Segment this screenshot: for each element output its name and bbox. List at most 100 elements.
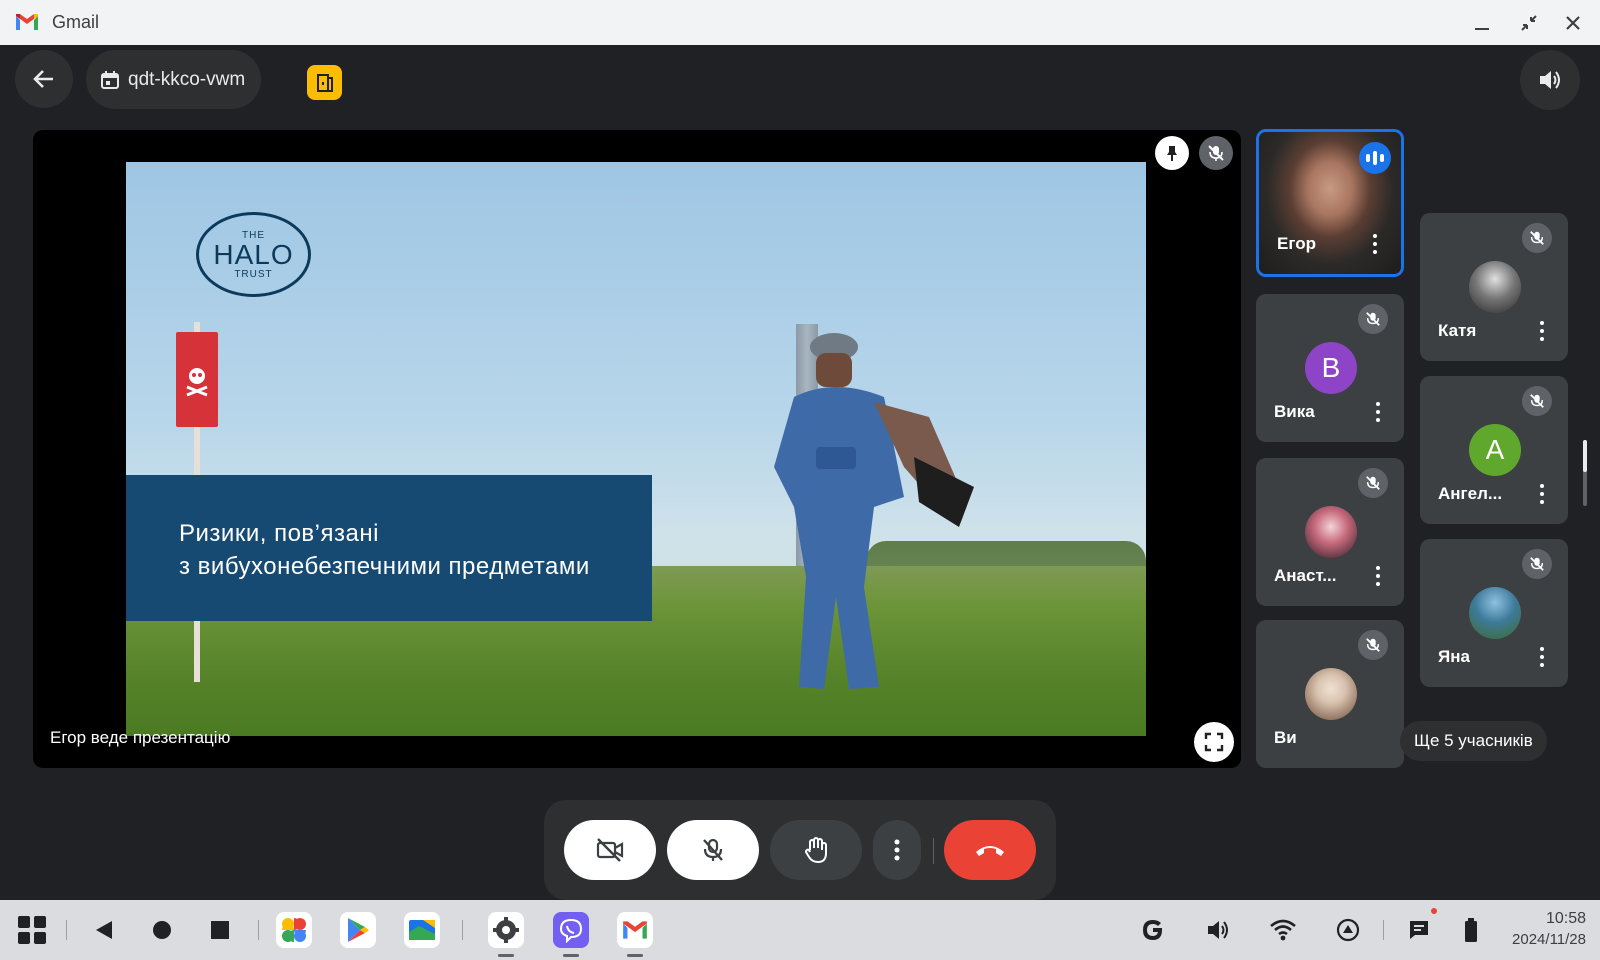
- participant-tile-yana[interactable]: Яна: [1420, 539, 1568, 687]
- taskbar-separator: [1383, 920, 1384, 940]
- running-indicator: [563, 954, 579, 957]
- photos-app[interactable]: [276, 912, 312, 948]
- meeting-header: qdt-kkco-vwm: [0, 45, 1600, 125]
- presentation-stage[interactable]: THE HALO TRUST Ризики, пов’язані з вибух…: [33, 130, 1241, 768]
- skull-icon: [186, 367, 208, 396]
- sync-status-button[interactable]: [1328, 910, 1368, 950]
- close-icon: [1566, 16, 1580, 30]
- speaking-indicator-icon: [1359, 142, 1391, 174]
- window-titlebar: Gmail: [0, 0, 1600, 45]
- nav-recents-button[interactable]: [200, 910, 240, 950]
- window-title: Gmail: [52, 12, 100, 32]
- participant-name: Ангел...: [1438, 484, 1503, 503]
- audio-output-button[interactable]: [1520, 50, 1580, 110]
- call-controls-bar: [544, 800, 1056, 900]
- wifi-icon: [1270, 919, 1296, 941]
- pin-icon: [1167, 146, 1177, 161]
- mic-off-icon: [1522, 223, 1552, 253]
- wifi-button[interactable]: [1263, 910, 1303, 950]
- meeting-code-chip[interactable]: qdt-kkco-vwm: [86, 50, 262, 109]
- viber-app[interactable]: [553, 912, 589, 948]
- fullscreen-icon: [1204, 732, 1224, 752]
- system-taskbar: 10:58 2024/11/28: [0, 900, 1600, 960]
- play-store-app[interactable]: [340, 912, 376, 948]
- app-grid-icon: [18, 916, 46, 944]
- more-options-icon[interactable]: [1368, 564, 1388, 588]
- avatar: [1469, 261, 1521, 313]
- mic-off-icon: [1358, 304, 1388, 334]
- battery-button[interactable]: [1451, 910, 1491, 950]
- more-options-button[interactable]: [873, 820, 921, 880]
- avatar: [1305, 506, 1357, 558]
- mic-off-icon: [1358, 468, 1388, 498]
- more-options-icon[interactable]: [1532, 319, 1552, 343]
- google-assistant-button[interactable]: [1133, 910, 1173, 950]
- exit-fullscreen-icon: [1521, 15, 1537, 31]
- participant-tile-self[interactable]: Ви: [1256, 620, 1404, 768]
- logo-trust: TRUST: [234, 268, 273, 280]
- participants-scrollbar[interactable]: [1583, 440, 1587, 506]
- system-clock[interactable]: 10:58 2024/11/28: [1512, 909, 1586, 951]
- more-participants-button[interactable]: Ще 5 учасників: [1400, 721, 1547, 761]
- pin-button[interactable]: [1155, 136, 1189, 170]
- taskbar-separator: [462, 920, 463, 940]
- presentation-slide: THE HALO TRUST Ризики, пов’язані з вибух…: [126, 162, 1146, 736]
- participant-tile-vika[interactable]: В Вика: [1256, 294, 1404, 442]
- presenter-label: Егор веде презентацію: [50, 728, 231, 747]
- mic-off-icon: [1522, 549, 1552, 579]
- restore-button[interactable]: [1516, 10, 1542, 36]
- settings-app[interactable]: [488, 912, 524, 948]
- participant-tile-anast[interactable]: Анаст...: [1256, 458, 1404, 606]
- avatar: А: [1469, 424, 1521, 476]
- mic-toggle-button[interactable]: [667, 820, 759, 880]
- nav-back-button[interactable]: [84, 910, 124, 950]
- participant-name: Ви: [1274, 728, 1297, 747]
- files-app[interactable]: [404, 912, 440, 948]
- avatar: [1305, 668, 1357, 720]
- participant-tile-angel[interactable]: А Ангел...: [1420, 376, 1568, 524]
- companion-mode-icon: [316, 73, 333, 92]
- running-indicator: [498, 954, 514, 957]
- more-options-icon[interactable]: [1365, 232, 1385, 256]
- nav-home-button[interactable]: [142, 910, 182, 950]
- companion-mode-badge[interactable]: [307, 65, 342, 100]
- calendar-icon: [101, 70, 119, 89]
- halo-trust-logo: THE HALO TRUST: [196, 212, 311, 297]
- participant-name: Вика: [1274, 402, 1315, 421]
- fullscreen-button[interactable]: [1194, 722, 1234, 762]
- participant-name: Катя: [1438, 321, 1477, 340]
- raise-hand-button[interactable]: [770, 820, 862, 880]
- mine-warning-sign: [176, 332, 218, 427]
- notification-dot: [1431, 908, 1437, 914]
- volume-icon: [1208, 921, 1228, 939]
- avatar: [1469, 587, 1521, 639]
- taskbar-separator: [66, 920, 67, 940]
- participant-name: Егор: [1277, 234, 1316, 253]
- back-icon: [96, 921, 112, 939]
- volume-button[interactable]: [1198, 910, 1238, 950]
- launcher-button[interactable]: [12, 910, 52, 950]
- mic-off-icon: [1208, 145, 1224, 161]
- more-options-icon[interactable]: [1368, 400, 1388, 424]
- mic-off-icon: [1358, 630, 1388, 660]
- leave-call-button[interactable]: [944, 820, 1036, 880]
- messages-button[interactable]: [1399, 908, 1439, 950]
- slide-caption-line-1: Ризики, пов’язані: [179, 520, 379, 547]
- participant-tile-egor[interactable]: Егор: [1256, 129, 1404, 277]
- messages-icon: [1410, 921, 1428, 939]
- gmail-app[interactable]: [617, 912, 653, 948]
- participant-name: Яна: [1438, 647, 1470, 666]
- more-vert-icon: [894, 839, 900, 861]
- camera-toggle-button[interactable]: [564, 820, 656, 880]
- participant-tile-katya[interactable]: Катя: [1420, 213, 1568, 361]
- mic-off-icon: [1522, 386, 1552, 416]
- more-options-icon[interactable]: [1532, 645, 1552, 669]
- participant-name: Анаст...: [1274, 566, 1337, 585]
- sync-icon: [1336, 918, 1360, 942]
- back-button[interactable]: [15, 50, 73, 108]
- volume-icon: [1540, 71, 1560, 89]
- close-window-button[interactable]: [1560, 10, 1586, 36]
- call-end-icon: [976, 846, 1004, 856]
- more-options-icon[interactable]: [1532, 482, 1552, 506]
- minimize-button[interactable]: [1469, 10, 1495, 36]
